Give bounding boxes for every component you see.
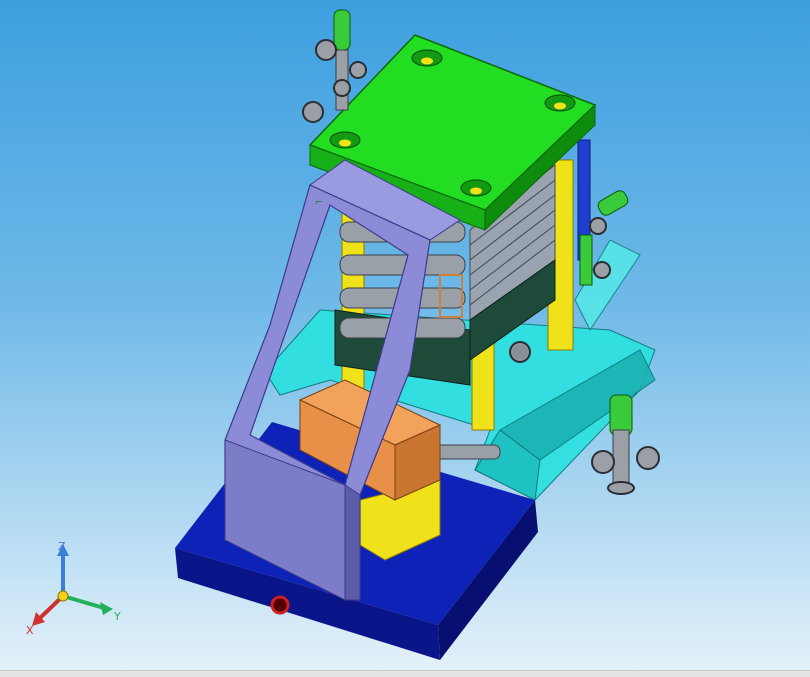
- triad-origin: [57, 590, 69, 602]
- svg-text:⌐: ⌐: [315, 198, 323, 208]
- y-axis-arrow: [100, 602, 113, 615]
- y-axis-line: [62, 594, 105, 610]
- 3d-viewport[interactable]: ⌐ Z Y X: [0, 0, 810, 670]
- status-bar: [0, 670, 810, 677]
- x-axis-label: X: [26, 624, 34, 637]
- y-axis-label: Y: [113, 610, 121, 623]
- axis-triad: Z Y X: [26, 540, 121, 637]
- z-axis-label: Z: [58, 540, 66, 553]
